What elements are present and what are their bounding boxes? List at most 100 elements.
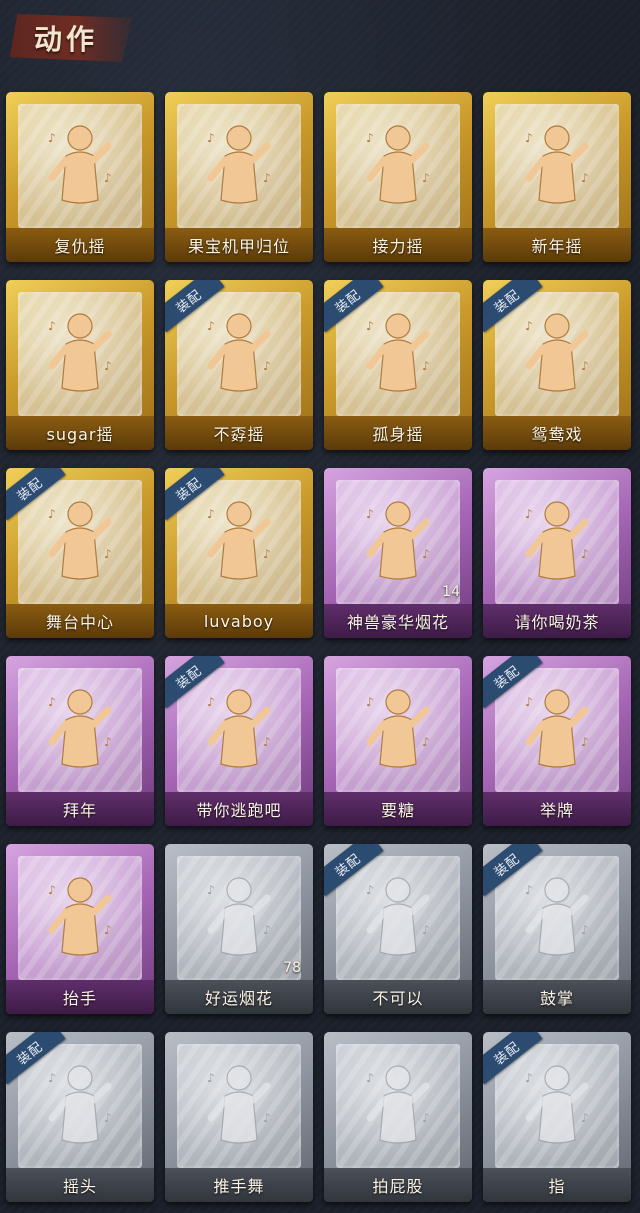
emote-card[interactable]: ♪ ♪ 14 神兽豪华烟花	[324, 468, 472, 638]
emote-card[interactable]: ♪ ♪ 接力摇	[324, 92, 472, 262]
emote-card[interactable]: ♪ ♪ 果宝机甲归位	[165, 92, 313, 262]
emote-label: 鼓掌	[483, 980, 631, 1014]
emote-figure-icon: ♪♪	[525, 689, 589, 768]
emote-card[interactable]: ♪ ♪ 装配 鸳鸯戏	[483, 280, 631, 450]
svg-text:♪: ♪	[422, 735, 430, 749]
emote-card[interactable]: ♪ ♪ 拍屁股	[324, 1032, 472, 1202]
svg-text:♪: ♪	[581, 1111, 589, 1125]
emote-figure-icon: ♪♪	[366, 313, 430, 392]
svg-text:♪: ♪	[263, 923, 271, 937]
emote-card[interactable]: ♪ ♪ 装配 luvaboy	[165, 468, 313, 638]
emote-card[interactable]: ♪ ♪ 装配 鼓掌	[483, 844, 631, 1014]
emote-figure-icon: ♪♪	[207, 501, 271, 580]
emote-label: 孤身摇	[324, 416, 472, 450]
emote-label: 请你喝奶茶	[483, 604, 631, 638]
emote-figure-icon: ♪♪	[48, 125, 112, 204]
svg-text:♪: ♪	[104, 1111, 112, 1125]
svg-text:♪: ♪	[422, 359, 430, 373]
emote-figure-icon: ♪♪	[48, 313, 112, 392]
emote-label: 神兽豪华烟花	[324, 604, 472, 638]
svg-text:♪: ♪	[207, 883, 215, 897]
emote-card[interactable]: ♪ ♪ 装配 不可以	[324, 844, 472, 1014]
svg-text:♪: ♪	[581, 547, 589, 561]
svg-text:♪: ♪	[48, 695, 56, 709]
emote-figure-icon: ♪♪	[366, 877, 430, 956]
svg-text:♪: ♪	[207, 507, 215, 521]
emote-label: 舞台中心	[6, 604, 154, 638]
emote-label: 拜年	[6, 792, 154, 826]
svg-text:♪: ♪	[263, 547, 271, 561]
emote-card[interactable]: ♪ ♪ 装配 摇头	[6, 1032, 154, 1202]
emote-card[interactable]: ♪ ♪ 复仇摇	[6, 92, 154, 262]
svg-text:♪: ♪	[48, 131, 56, 145]
svg-text:♪: ♪	[263, 1111, 271, 1125]
emote-label: 新年摇	[483, 228, 631, 262]
emote-label: 指	[483, 1168, 631, 1202]
emote-card[interactable]: ♪ ♪ sugar摇	[6, 280, 154, 450]
emote-figure-icon: ♪♪	[207, 689, 271, 768]
emote-card[interactable]: ♪ ♪ 装配指	[483, 1032, 631, 1202]
svg-text:♪: ♪	[207, 131, 215, 145]
svg-text:♪: ♪	[525, 131, 533, 145]
svg-text:♪: ♪	[525, 883, 533, 897]
emote-card[interactable]: ♪ ♪ 装配 举牌	[483, 656, 631, 826]
emote-card[interactable]: ♪ ♪ 装配 不孬摇	[165, 280, 313, 450]
svg-text:♪: ♪	[366, 1071, 374, 1085]
svg-text:♪: ♪	[48, 507, 56, 521]
svg-text:♪: ♪	[366, 507, 374, 521]
emote-figure-icon: ♪♪	[366, 125, 430, 204]
emote-card[interactable]: ♪ ♪ 要糖	[324, 656, 472, 826]
svg-text:♪: ♪	[263, 735, 271, 749]
emote-figure-icon: ♪♪	[207, 125, 271, 204]
item-count: 14	[442, 584, 460, 600]
svg-text:♪: ♪	[366, 131, 374, 145]
emote-label: 摇头	[6, 1168, 154, 1202]
svg-text:♪: ♪	[525, 507, 533, 521]
svg-text:♪: ♪	[207, 319, 215, 333]
emote-card[interactable]: ♪ ♪ 抬手	[6, 844, 154, 1014]
svg-text:♪: ♪	[366, 695, 374, 709]
svg-text:♪: ♪	[422, 1111, 430, 1125]
svg-text:♪: ♪	[104, 547, 112, 561]
emote-card[interactable]: ♪ ♪ 新年摇	[483, 92, 631, 262]
emote-figure-icon: ♪♪	[48, 1065, 112, 1144]
emote-label: 接力摇	[324, 228, 472, 262]
emote-figure-icon: ♪♪	[525, 501, 589, 580]
emote-label: 果宝机甲归位	[165, 228, 313, 262]
svg-text:♪: ♪	[581, 171, 589, 185]
svg-text:♪: ♪	[48, 1071, 56, 1085]
emote-label: 推手舞	[165, 1168, 313, 1202]
svg-text:♪: ♪	[525, 1071, 533, 1085]
svg-text:♪: ♪	[525, 319, 533, 333]
svg-text:♪: ♪	[581, 923, 589, 937]
emote-label: 好运烟花	[165, 980, 313, 1014]
emote-figure-icon: ♪♪	[525, 877, 589, 956]
svg-text:♪: ♪	[263, 359, 271, 373]
svg-text:♪: ♪	[207, 1071, 215, 1085]
emote-figure-icon: ♪♪	[207, 1065, 271, 1144]
emote-figure-icon: ♪♪	[525, 1065, 589, 1144]
emote-figure-icon: ♪♪	[48, 689, 112, 768]
svg-text:♪: ♪	[422, 923, 430, 937]
emote-card[interactable]: ♪ ♪ 装配 舞台中心	[6, 468, 154, 638]
svg-text:♪: ♪	[581, 735, 589, 749]
emote-card[interactable]: ♪ ♪ 拜年	[6, 656, 154, 826]
emote-card[interactable]: ♪ ♪ 装配 孤身摇	[324, 280, 472, 450]
emote-label: 要糖	[324, 792, 472, 826]
svg-text:♪: ♪	[525, 695, 533, 709]
emote-card[interactable]: ♪ ♪ 78 好运烟花	[165, 844, 313, 1014]
emote-figure-icon: ♪♪	[366, 689, 430, 768]
svg-text:♪: ♪	[104, 735, 112, 749]
emote-label: 带你逃跑吧	[165, 792, 313, 826]
emote-card[interactable]: ♪ ♪ 推手舞	[165, 1032, 313, 1202]
emote-figure-icon: ♪♪	[207, 877, 271, 956]
svg-text:♪: ♪	[48, 319, 56, 333]
emote-card[interactable]: ♪ ♪ 请你喝奶茶	[483, 468, 631, 638]
svg-text:♪: ♪	[48, 883, 56, 897]
emote-label: sugar摇	[6, 416, 154, 450]
svg-text:♪: ♪	[366, 319, 374, 333]
emote-label: 抬手	[6, 980, 154, 1014]
svg-text:♪: ♪	[207, 695, 215, 709]
emote-card[interactable]: ♪ ♪ 装配 带你逃跑吧	[165, 656, 313, 826]
svg-text:♪: ♪	[263, 171, 271, 185]
